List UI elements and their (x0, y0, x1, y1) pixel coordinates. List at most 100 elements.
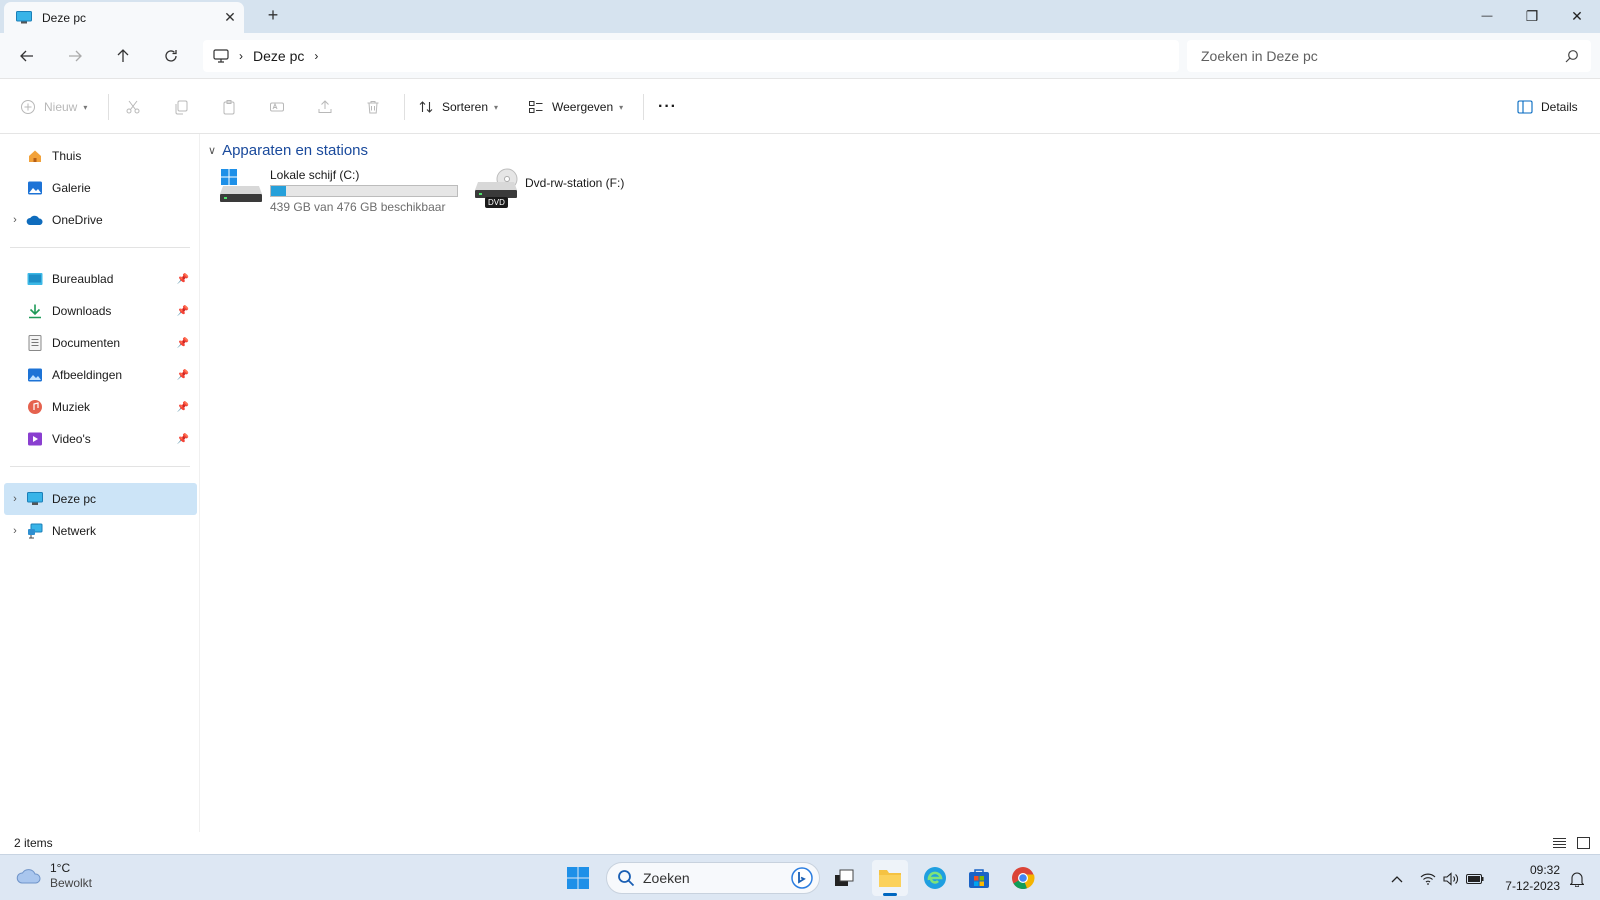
sidebar-item-downloads[interactable]: Downloads 📌 (4, 295, 197, 327)
copy-button[interactable] (173, 94, 189, 120)
trash-icon (367, 101, 379, 114)
sidebar-item-documenten[interactable]: Documenten 📌 (4, 327, 197, 359)
chevron-right-icon[interactable]: › (4, 525, 26, 537)
pin-icon[interactable]: 📌 (175, 338, 191, 349)
group-header-devices[interactable]: ∨ Apparaten en stations (208, 142, 368, 159)
minimize-button[interactable]: — (1464, 0, 1510, 32)
volume-button[interactable] (1440, 869, 1462, 889)
arrow-up-icon (117, 49, 129, 62)
taskbar-search-label: Zoeken (643, 870, 690, 886)
share-button[interactable] (317, 94, 333, 120)
chevron-down-icon: ▾ (83, 102, 88, 112)
weather-widget[interactable]: 1°C Bewolkt (16, 861, 92, 891)
drive-c-usage-fill (271, 186, 286, 196)
divider (643, 94, 644, 120)
store-taskbar-button[interactable] (961, 860, 997, 896)
sidebar-item-videos[interactable]: Video's 📌 (4, 423, 197, 455)
pin-icon[interactable]: 📌 (175, 274, 191, 285)
pin-icon[interactable]: 📌 (175, 402, 191, 413)
speaker-icon (1443, 872, 1458, 886)
view-label: Weergeven (552, 100, 614, 114)
sidebar-item-thuis[interactable]: Thuis (4, 140, 197, 172)
restore-button[interactable]: ❐ (1509, 0, 1555, 32)
navigation-pane: Thuis Galerie › OneDrive Bureaublad 📌 Do… (0, 134, 200, 834)
scissors-icon (126, 100, 140, 114)
new-tab-button[interactable]: + (263, 5, 283, 26)
close-tab-icon[interactable]: ✕ (216, 9, 244, 26)
show-hidden-icons-button[interactable] (1386, 869, 1408, 889)
tiles-view-icon[interactable] (1577, 837, 1590, 849)
battery-button[interactable] (1464, 869, 1486, 889)
details-button[interactable]: Details (1517, 94, 1578, 120)
notifications-button[interactable] (1566, 869, 1588, 889)
hard-drive-icon (220, 169, 262, 202)
divider (404, 94, 405, 120)
delete-button[interactable] (365, 94, 381, 120)
sidebar-item-muziek[interactable]: Muziek 📌 (4, 391, 197, 423)
search-input[interactable]: Zoeken in Deze pc (1187, 40, 1591, 72)
paste-button[interactable] (221, 94, 237, 120)
sidebar-item-onedrive[interactable]: › OneDrive (4, 204, 197, 236)
divider (10, 247, 190, 248)
clock[interactable]: 09:32 7-12-2023 (1496, 862, 1560, 894)
refresh-button[interactable] (156, 41, 186, 71)
pin-icon[interactable]: 📌 (175, 306, 191, 317)
details-view-icon[interactable] (1553, 837, 1566, 849)
tab-deze-pc[interactable]: Deze pc ✕ (4, 2, 244, 33)
sidebar-item-deze-pc[interactable]: › Deze pc (4, 483, 197, 515)
downloads-icon (26, 303, 44, 319)
breadcrumb-item-deze-pc[interactable]: Deze pc (253, 48, 304, 64)
breadcrumb-chevron-icon[interactable]: › (314, 49, 318, 63)
windows-logo-icon (567, 867, 589, 889)
chevron-up-icon (1391, 876, 1403, 883)
chevron-right-icon[interactable]: › (4, 214, 26, 226)
up-button[interactable] (108, 41, 138, 71)
more-icon: ··· (658, 98, 677, 115)
search-icon (1565, 50, 1578, 63)
view-button[interactable]: Weergeven ▾ (528, 94, 623, 120)
search-icon (618, 870, 635, 887)
sidebar-item-galerie[interactable]: Galerie (4, 172, 197, 204)
breadcrumb-separator-icon[interactable]: › (239, 49, 243, 63)
wifi-icon (1420, 873, 1436, 885)
dvd-badge: DVD (485, 197, 508, 208)
file-explorer-taskbar-button[interactable] (872, 860, 908, 896)
rename-button[interactable] (269, 94, 285, 120)
task-view-button[interactable] (826, 860, 862, 896)
refresh-icon (165, 50, 177, 62)
home-icon (26, 148, 44, 164)
arrow-right-icon (69, 50, 82, 62)
item-count: 2 items (14, 836, 53, 850)
address-bar: › Deze pc › Zoeken in Deze pc (0, 33, 1600, 79)
sidebar-item-afbeeldingen[interactable]: Afbeeldingen 📌 (4, 359, 197, 391)
edge-taskbar-button[interactable] (917, 860, 953, 896)
sort-icon (419, 101, 433, 113)
bing-icon[interactable] (791, 867, 813, 889)
more-options-button[interactable]: ··· (658, 94, 677, 120)
wifi-button[interactable] (1417, 869, 1439, 889)
close-icon: ✕ (1571, 7, 1583, 24)
start-button[interactable] (560, 860, 596, 896)
this-pc-icon (16, 11, 32, 24)
drive-c[interactable]: Lokale schijf (C:) 439 GB van 476 GB bes… (220, 168, 458, 214)
chrome-taskbar-button[interactable] (1005, 860, 1041, 896)
sort-button[interactable]: Sorteren ▾ (418, 94, 498, 120)
taskbar-search[interactable]: Zoeken (606, 862, 820, 894)
network-icon (26, 523, 44, 539)
drive-f[interactable]: DVD Dvd-rw-station (F:) (475, 168, 624, 212)
chevron-right-icon[interactable]: › (4, 493, 26, 505)
sidebar-item-bureaublad[interactable]: Bureaublad 📌 (4, 263, 197, 295)
new-button[interactable]: Nieuw ▾ (20, 94, 87, 120)
new-label: Nieuw (44, 100, 78, 114)
close-window-button[interactable]: ✕ (1554, 0, 1600, 32)
desktop-folder-icon (26, 271, 44, 287)
pin-icon[interactable]: 📌 (175, 434, 191, 445)
back-button[interactable] (12, 41, 42, 71)
sidebar-item-netwerk[interactable]: › Netwerk (4, 515, 197, 547)
breadcrumb[interactable]: › Deze pc › (203, 40, 1179, 72)
clock-date: 7-12-2023 (1505, 879, 1560, 893)
pin-icon[interactable]: 📌 (175, 370, 191, 381)
minimize-icon: — (1481, 10, 1493, 22)
cut-button[interactable] (125, 94, 141, 120)
forward-button[interactable] (60, 41, 90, 71)
